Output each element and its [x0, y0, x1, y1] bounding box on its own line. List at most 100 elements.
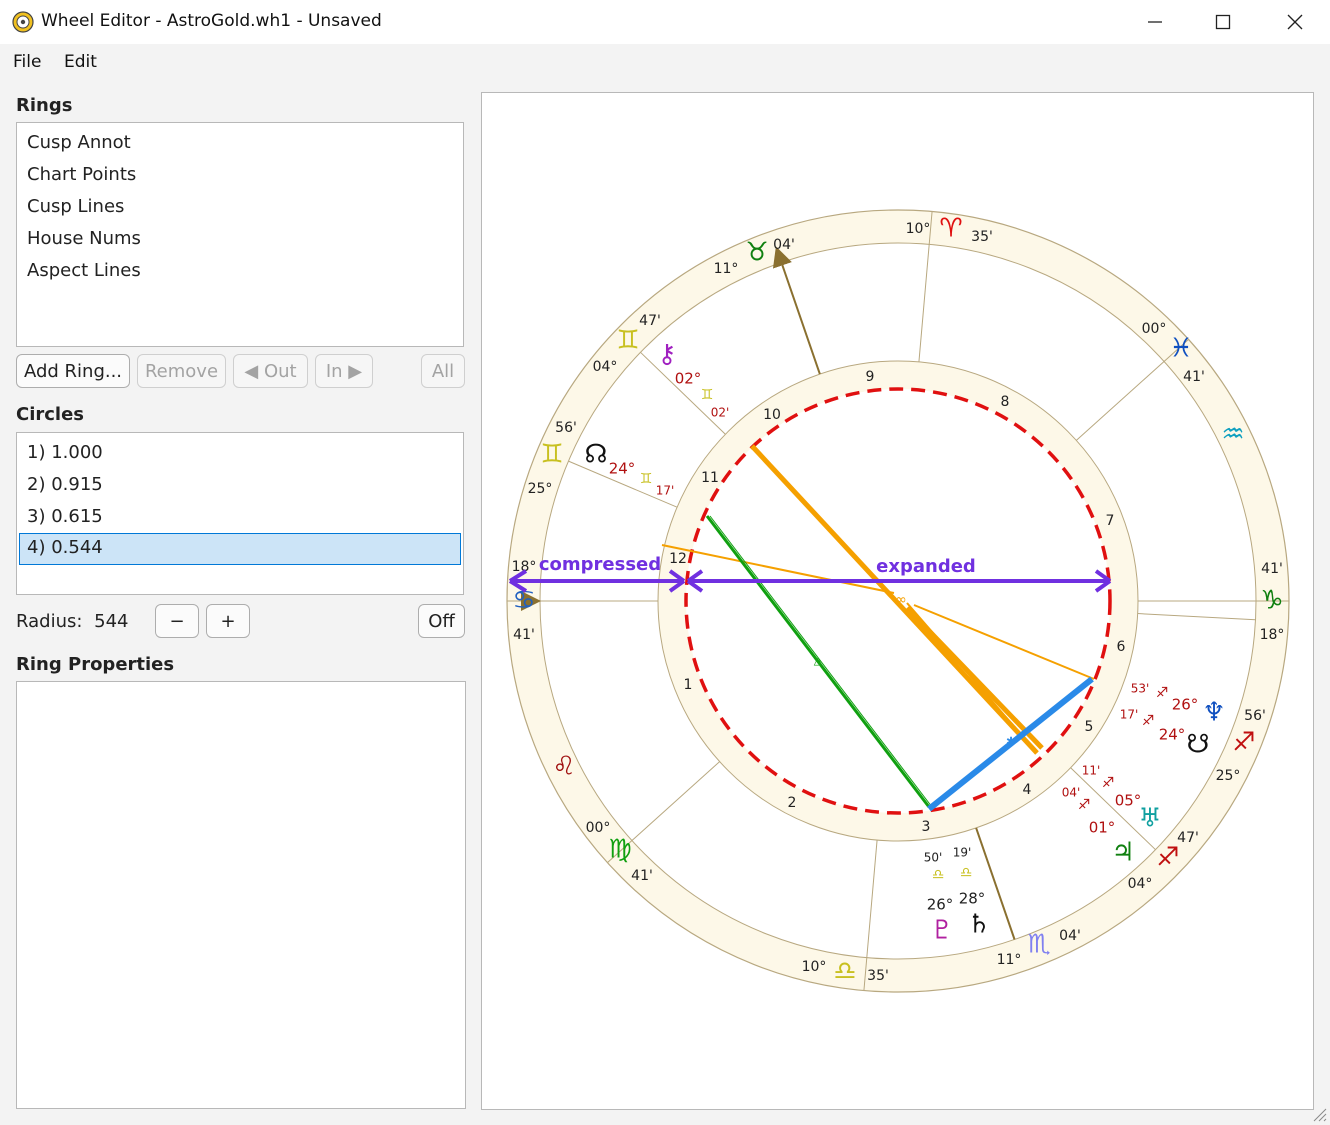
zodiac-sign-icon: ♊ [540, 440, 563, 470]
sign-minute-label: 47' [639, 313, 661, 329]
sign-degree-label: 00° [586, 820, 611, 836]
list-item[interactable]: 2) 0.915 [17, 469, 463, 501]
list-item[interactable]: 3) 0.615 [17, 501, 463, 533]
planet-minute-label: 17' [1120, 708, 1139, 722]
window-title: Wheel Editor - AstroGold.wh1 - Unsaved [41, 11, 382, 31]
planet-degree-label: 28° [959, 890, 986, 908]
rings-heading: Rings [16, 95, 73, 116]
house-number-12: 12 [669, 551, 687, 567]
expanded-label: expanded [876, 556, 976, 577]
sign-degree-label: 11° [714, 261, 739, 277]
planet-degree-label: 26° [1172, 696, 1199, 714]
ring-properties-heading: Ring Properties [16, 654, 175, 675]
add-ring-button[interactable]: Add Ring... [16, 354, 130, 388]
close-button[interactable] [1260, 0, 1330, 44]
planet-icon: ☋ [1186, 730, 1209, 760]
sign-minute-label: 41' [1183, 369, 1205, 385]
planet-minute-label: 11' [1082, 764, 1101, 778]
house-number-1: 1 [684, 677, 693, 693]
remove-ring-button[interactable]: Remove [137, 354, 226, 388]
menu-file[interactable]: File [13, 52, 41, 72]
radius-value: 544 [94, 611, 129, 632]
sign-degree-label: 18° [1260, 627, 1285, 643]
list-item[interactable]: House Nums [17, 223, 463, 255]
sign-degree-label: 00° [1142, 321, 1167, 337]
zodiac-sign-icon: ♌ [552, 752, 575, 782]
list-item[interactable]: Aspect Lines [17, 255, 463, 287]
planet-sign-icon: ♐ [1156, 685, 1169, 701]
planet-icon: ♅ [1138, 804, 1161, 834]
increase-radius-button[interactable]: + [206, 604, 250, 638]
planet-degree-label: 26° [927, 896, 954, 914]
planet-icon: ⚷ [657, 340, 676, 370]
decrease-radius-button[interactable]: − [155, 604, 199, 638]
sign-minute-label: 41' [513, 627, 535, 643]
chart-canvas[interactable]: ∞ △ ✱ 1 2 3 4 5 6 7 8 9 10 11 12 ♈ 10° 35' ♉ 11° 04' ♊ 04° 47' ♊… [481, 92, 1314, 1110]
zodiac-sign-icon: ♑ [1260, 586, 1283, 616]
planet-minute-label: 04' [1062, 786, 1081, 800]
sign-degree-label: 11° [997, 952, 1022, 968]
planet-icon: ♃ [1111, 838, 1134, 868]
sign-degree-label: 04° [593, 359, 618, 375]
compressed-label: compressed [539, 554, 661, 575]
radius-label: Radius: 544 [16, 611, 129, 632]
planet-minute-label: 02' [711, 406, 730, 420]
resize-grip-icon[interactable] [1311, 1106, 1327, 1122]
off-button[interactable]: Off [418, 604, 465, 638]
planet-minute-label: 19' [953, 846, 972, 860]
planet-degree-label: 05° [1115, 792, 1142, 810]
house-number-7: 7 [1106, 513, 1115, 529]
list-item[interactable]: 1) 1.000 [17, 437, 463, 469]
planet-sign-icon: ♎ [932, 867, 945, 883]
planet-icon: ☊ [584, 440, 607, 470]
sign-minute-label: 41' [631, 868, 653, 884]
circles-list[interactable]: 1) 1.000 2) 0.915 3) 0.615 4) 0.544 [16, 432, 464, 595]
house-number-6: 6 [1117, 639, 1126, 655]
planet-icon: ♆ [1202, 698, 1225, 728]
sign-degree-label: 04° [1128, 876, 1153, 892]
minimize-button[interactable] [1120, 0, 1190, 44]
house-number-2: 2 [788, 795, 797, 811]
zodiac-sign-icon: ♐ [1156, 843, 1179, 873]
list-item[interactable]: Chart Points [17, 159, 463, 191]
circles-heading: Circles [16, 404, 85, 425]
close-icon [1287, 14, 1303, 30]
planet-minute-label: 53' [1131, 682, 1150, 696]
sign-minute-label: 35' [867, 968, 889, 984]
title-bar[interactable]: Wheel Editor - AstroGold.wh1 - Unsaved [0, 0, 1330, 44]
menu-edit[interactable]: Edit [64, 52, 97, 72]
planet-minute-label: 17' [656, 484, 675, 498]
list-item[interactable]: Cusp Lines [17, 191, 463, 223]
sign-degree-label: 10° [906, 221, 931, 237]
house-number-9: 9 [866, 369, 875, 385]
zodiac-sign-icon: ♈ [939, 214, 962, 244]
chart-wheel[interactable]: ∞△✱123456789101112♈10° 35'♉11°04'♊04°47'♊… [482, 93, 1313, 1109]
ring-properties-panel [16, 681, 466, 1109]
zodiac-sign-icon: ♊ [616, 326, 639, 356]
list-item-selected[interactable]: 4) 0.544 [19, 533, 461, 565]
rings-list[interactable]: Cusp Annot Chart Points Cusp Lines House… [16, 122, 464, 347]
zodiac-sign-icon: ♉ [745, 238, 768, 268]
sign-minute-label: 47' [1177, 830, 1199, 846]
maximize-icon [1215, 14, 1231, 30]
planet-sign-icon: ♐ [1142, 713, 1155, 729]
zodiac-sign-icon: ♍ [608, 835, 631, 865]
move-out-button[interactable]: ◀ Out [233, 354, 308, 388]
house-number-3: 3 [922, 819, 931, 835]
planet-sign-icon: ♎ [960, 865, 973, 881]
menu-bar: File Edit [0, 44, 1330, 80]
maximize-button[interactable] [1188, 0, 1258, 44]
move-in-button[interactable]: In ▶ [315, 354, 373, 388]
sign-degree-label: 25° [528, 481, 553, 497]
planet-degree-label: 24° [609, 460, 636, 478]
sign-degree-label: 25° [1216, 768, 1241, 784]
list-item[interactable]: Cusp Annot [17, 127, 463, 159]
sign-minute-label: 56' [1244, 708, 1266, 724]
aspect-glyph: ✱ [1006, 735, 1016, 749]
center-glyph: ∞ [895, 592, 907, 608]
zodiac-sign-icon: ♐ [1232, 728, 1255, 758]
all-button[interactable]: All [421, 354, 465, 388]
sign-minute-label: 04' [1059, 928, 1081, 944]
radius-caption: Radius: [16, 611, 83, 632]
planet-minute-label: 50' [924, 851, 943, 865]
